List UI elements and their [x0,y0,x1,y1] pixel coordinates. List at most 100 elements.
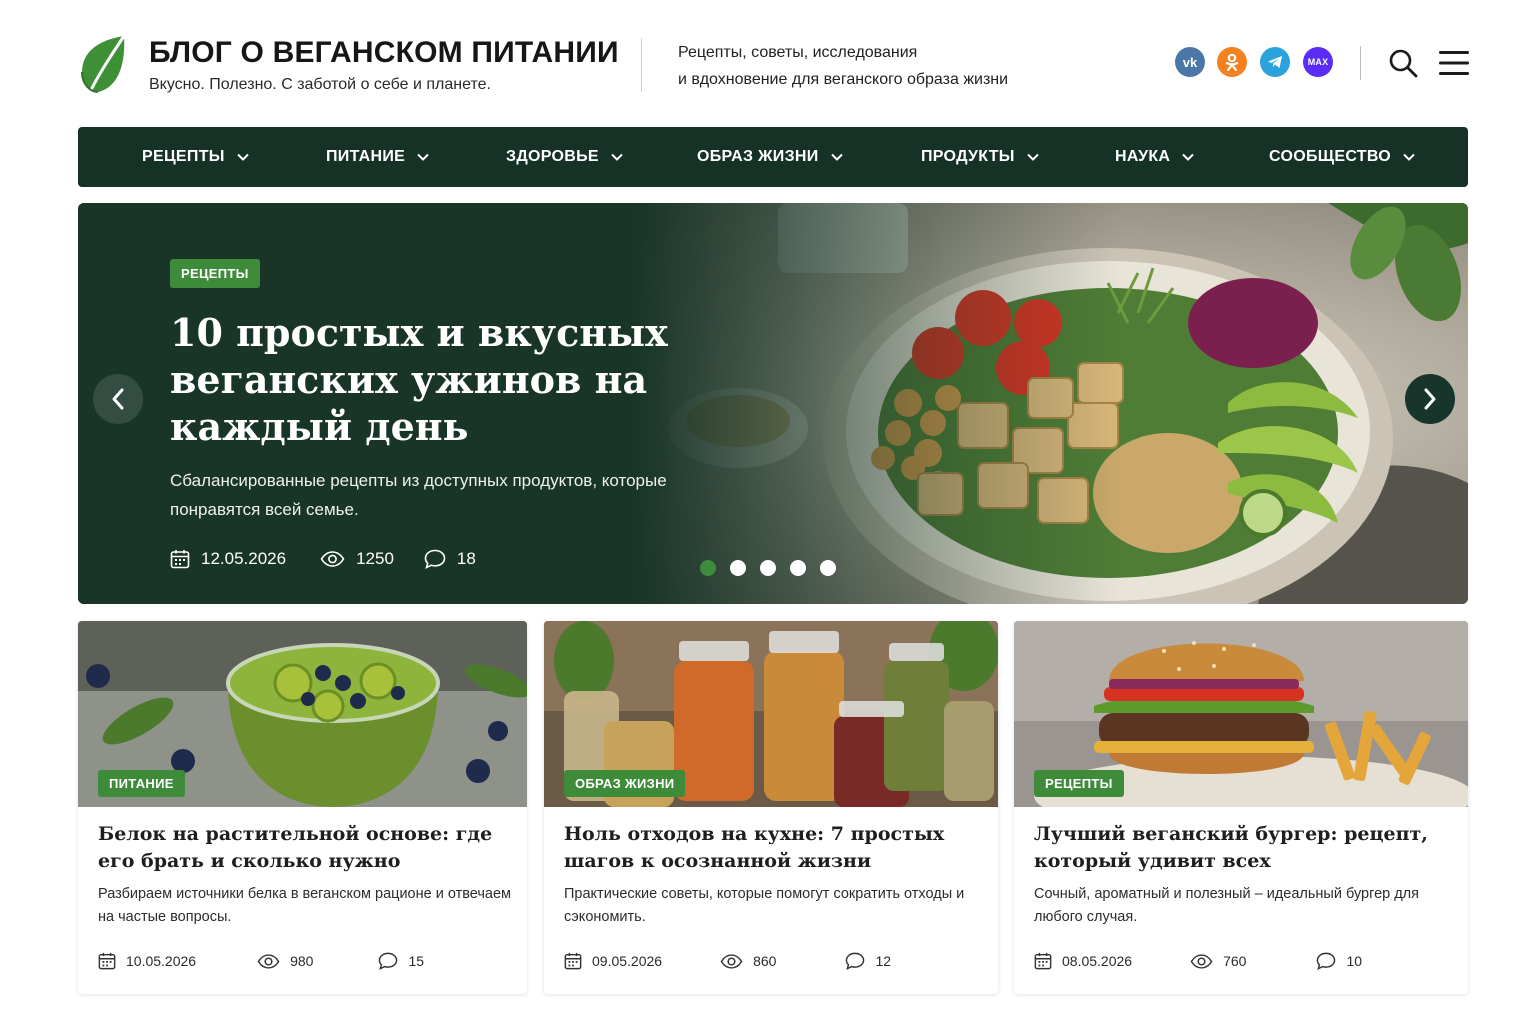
slider-dot[interactable] [790,560,806,576]
nav-item-nutrition[interactable]: ПИТАНИЕ [326,127,429,187]
card-date-value: 09.05.2026 [592,953,663,969]
card-comments[interactable]: 12 [845,952,891,970]
comment-icon [424,549,446,569]
card-comments-value: 10 [1346,953,1363,969]
calendar-icon [1034,952,1052,970]
card-date-value: 08.05.2026 [1062,953,1133,969]
eye-icon [1190,953,1213,969]
site-title[interactable]: БЛОГ О ВЕГАНСКОМ ПИТАНИИ [149,36,619,70]
nav-item-label: РЕЦЕПТЫ [142,148,225,165]
odnoklassniki-icon[interactable] [1217,47,1247,77]
comment-icon [1317,952,1336,970]
hero-views-value: 1250 [356,549,394,568]
slider-dot[interactable] [760,560,776,576]
chevron-down-icon [611,153,623,161]
card-date: 09.05.2026 [564,952,662,970]
max-label: MAX [1307,57,1329,67]
nav-item-label: ЗДОРОВЬЕ [506,148,599,165]
telegram-glyph [1268,56,1282,68]
nav-item-lifestyle[interactable]: ОБРАЗ ЖИЗНИ [697,127,843,187]
hero-title[interactable]: 10 простых и вкусных веганских ужинов на… [170,309,690,450]
vk-label: vk [1182,54,1198,70]
card-date: 08.05.2026 [1034,952,1132,970]
hero-date-value: 12.05.2026 [201,549,287,568]
odnoklassniki-glyph [1225,53,1239,71]
chevron-down-icon [1182,153,1194,161]
telegram-icon[interactable] [1260,47,1290,77]
header-divider [641,38,642,92]
nav-item-health[interactable]: ЗДОРОВЬЕ [506,127,623,187]
card-meta: 08.05.2026 760 10 [1034,951,1362,971]
nav-item-label: ПРОДУКТЫ [921,148,1015,165]
card-views: 980 [257,953,313,969]
card-views: 860 [720,953,776,969]
card-excerpt: Сочный, ароматный и полезный – идеальный… [1034,886,1419,925]
nav-item-label: ОБРАЗ ЖИЗНИ [697,148,819,165]
card-category-badge[interactable]: ОБРАЗ ЖИЗНИ [564,770,686,797]
comment-icon [846,952,865,970]
comment-icon [379,952,398,970]
nav-item-label: СООБЩЕСТВО [1269,148,1392,165]
card-comments[interactable]: 15 [378,952,424,970]
nav-item-community[interactable]: СООБЩЕСТВО [1269,127,1415,187]
header-divider [1360,46,1361,80]
hero-comments-value: 18 [456,549,476,568]
hero-date: 12.05.2026 [170,549,286,569]
nav-item-products[interactable]: ПРОДУКТЫ [921,127,1039,187]
card-views-value: 980 [290,953,314,969]
nav-item-science[interactable]: НАУКА [1115,127,1194,187]
eye-icon [320,551,345,567]
eye-icon [257,953,280,969]
card-views-value: 860 [753,953,777,969]
slider-dot[interactable] [730,560,746,576]
hamburger-menu-icon[interactable] [1439,50,1469,76]
card-excerpt: Практические советы, которые помогут сок… [564,886,965,925]
leaf-logo-icon[interactable] [78,34,128,94]
card-date-value: 10.05.2026 [126,953,197,969]
header-description: Рецепты, советы, исследования и вдохнове… [678,39,1008,93]
search-icon[interactable] [1388,48,1418,78]
nav-item-recipes[interactable]: РЕЦЕПТЫ [142,127,249,187]
card-category-badge[interactable]: ПИТАНИЕ [98,770,185,797]
slider-dot[interactable] [700,560,716,576]
slider-dot[interactable] [820,560,836,576]
vk-icon[interactable]: vk [1175,47,1205,77]
site-header: БЛОГ О ВЕГАНСКОМ ПИТАНИИ Вкусно. Полезно… [78,30,1469,100]
article-card[interactable]: ОБРАЗ ЖИЗНИ Ноль отходов на кухне: 7 про… [544,621,998,994]
hero-slider[interactable]: РЕЦЕПТЫ 10 простых и вкусных веганских у… [78,203,1468,604]
slider-next-button[interactable] [1405,374,1455,424]
chevron-down-icon [417,153,429,161]
card-title[interactable]: Ноль отходов на кухне: 7 простых шагов к… [564,821,984,875]
max-icon[interactable]: MAX [1303,47,1333,77]
chevron-down-icon [1403,153,1415,161]
header-description-line: и вдохновение для веганского образа жизн… [678,71,1009,88]
slider-pagination [700,560,836,576]
chevron-right-icon [1424,388,1436,410]
main-nav: РЕЦЕПТЫ ПИТАНИЕ ЗДОРОВЬЕ ОБРАЗ ЖИЗНИ ПРО… [78,127,1468,187]
card-comments[interactable]: 10 [1316,952,1362,970]
hero-views: 1250 [320,549,394,569]
card-title[interactable]: Белок на растительной основе: где его бр… [98,821,518,875]
hero-meta: 12.05.2026 1250 18 [170,547,476,571]
eye-icon [720,953,743,969]
nav-item-label: НАУКА [1115,148,1171,165]
slider-prev-button[interactable] [93,374,143,424]
hero-category-badge[interactable]: РЕЦЕПТЫ [170,259,260,288]
card-comments-value: 15 [408,953,425,969]
calendar-icon [170,550,190,569]
chevron-down-icon [830,153,843,161]
header-description-line: Рецепты, советы, исследования [678,44,918,61]
calendar-icon [98,952,116,970]
site-tagline: Вкусно. Полезно. С заботой о себе и план… [149,76,491,93]
article-card[interactable]: ПИТАНИЕ Белок на растительной основе: гд… [78,621,527,994]
chevron-down-icon [237,153,249,161]
card-comments-value: 12 [875,953,892,969]
hero-excerpt: Сбалансированные рецепты из доступных пр… [170,471,667,519]
article-card[interactable]: РЕЦЕПТЫ Лучший веганский бургер: рецепт,… [1014,621,1468,994]
card-views: 760 [1190,953,1246,969]
card-category-badge[interactable]: РЕЦЕПТЫ [1034,770,1124,797]
card-title[interactable]: Лучший веганский бургер: рецепт, который… [1034,821,1454,875]
card-views-value: 760 [1223,953,1247,969]
card-meta: 10.05.2026 980 15 [98,951,424,971]
hero-comments[interactable]: 18 [424,549,476,569]
